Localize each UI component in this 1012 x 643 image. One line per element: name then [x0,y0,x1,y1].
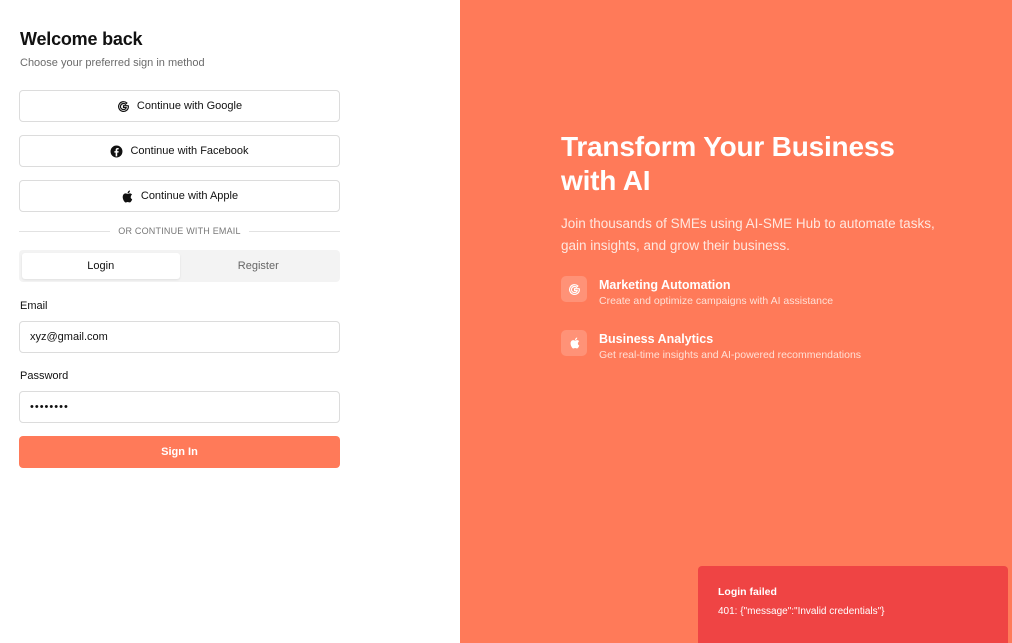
divider-text: OR CONTINUE WITH EMAIL [118,226,241,236]
divider-line-left [19,230,111,232]
error-toast[interactable]: Login failed 401: {"message":"Invalid cr… [698,566,1008,643]
feature-name: Business Analytics [599,332,714,346]
continue-with-facebook-button[interactable]: Continue with Facebook [19,135,340,167]
hero-title: Transform Your Business with AI [561,131,895,196]
continue-with-apple-label: Continue with Apple [140,190,239,202]
auth-tabs: Login Register [19,250,340,282]
page-title: Welcome back [20,29,143,49]
continue-with-facebook-label: Continue with Facebook [130,145,249,157]
continue-with-google-button[interactable]: Continue with Google [19,90,340,122]
login-panel: Welcome back Choose your preferred sign … [0,0,460,643]
toast-title: Login failed [718,586,777,598]
feature-description: Get real-time insights and AI-powered re… [599,349,862,361]
toast-message: 401: {"message":"Invalid credentials"} [718,606,885,617]
tab-register[interactable]: Register [180,253,338,279]
feature-marketing-automation: Marketing Automation Create and optimize… [561,276,833,308]
continue-with-google-label: Continue with Google [136,100,243,112]
google-icon [117,100,130,113]
google-icon [561,276,587,302]
feature-business-analytics: Business Analytics Get real-time insight… [561,330,861,362]
hero-panel: Transform Your Business with AI Join tho… [460,0,1012,643]
feature-name: Marketing Automation [599,278,731,292]
email-label: Email [20,300,48,312]
page-subtitle: Choose your preferred sign in method [20,57,205,69]
facebook-icon [110,145,123,158]
tab-login[interactable]: Login [22,253,180,279]
email-field[interactable] [19,321,340,353]
or-divider: OR CONTINUE WITH EMAIL [19,225,340,237]
sign-in-button[interactable]: Sign In [19,436,340,468]
continue-with-apple-button[interactable]: Continue with Apple [19,180,340,212]
feature-description: Create and optimize campaigns with AI as… [599,295,834,307]
divider-line-right [248,230,340,232]
apple-icon [121,190,134,203]
hero-description: Join thousands of SMEs using AI-SME Hub … [561,216,935,253]
password-label: Password [20,370,69,382]
apple-icon [561,330,587,356]
password-field[interactable] [19,391,340,423]
